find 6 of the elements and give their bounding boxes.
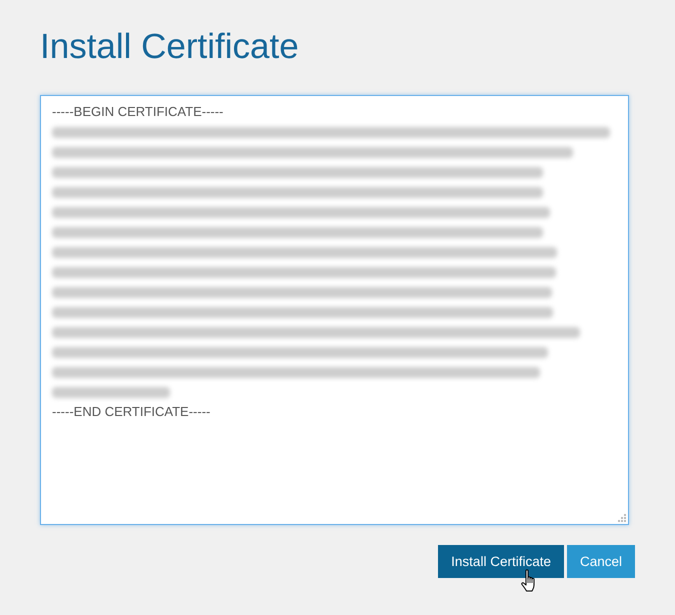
end-certificate-line: -----END CERTIFICATE-----: [52, 403, 210, 421]
install-button[interactable]: Install Certificate: [438, 545, 564, 578]
resize-grip-icon[interactable]: [618, 514, 626, 522]
page-title: Install Certificate: [40, 26, 299, 68]
certificate-textarea[interactable]: -----BEGIN CERTIFICATE----- -----END CERTIFICATE-----: [40, 95, 629, 525]
begin-certificate-line: -----BEGIN CERTIFICATE-----: [52, 103, 224, 121]
